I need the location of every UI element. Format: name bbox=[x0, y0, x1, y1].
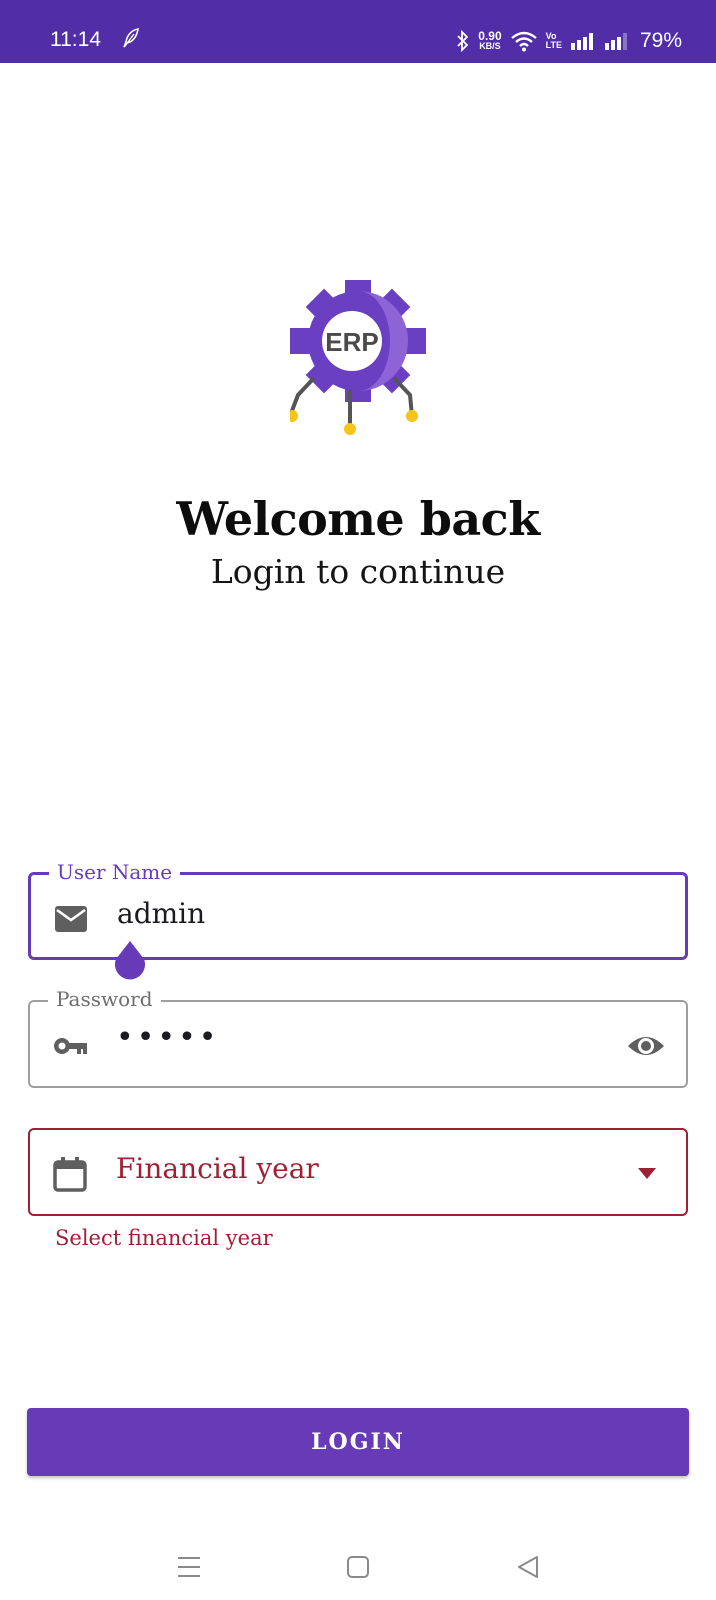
text-cursor-handle[interactable] bbox=[113, 941, 147, 981]
username-field[interactable]: User Name admin bbox=[28, 859, 688, 980]
erp-logo: ERP bbox=[290, 280, 426, 435]
page-title: Welcome back bbox=[176, 492, 540, 546]
dropdown-arrow-icon[interactable] bbox=[638, 1168, 656, 1180]
password-field[interactable]: Password ••••• bbox=[28, 986, 688, 1088]
navigation-bar bbox=[0, 1536, 716, 1600]
volte-indicator: Vo LTE bbox=[545, 31, 562, 50]
menu-icon[interactable] bbox=[174, 1552, 204, 1582]
eye-icon[interactable] bbox=[626, 1028, 666, 1064]
financial-year-dropdown[interactable]: Financial year bbox=[28, 1128, 688, 1216]
back-icon[interactable] bbox=[513, 1552, 543, 1582]
wifi-icon bbox=[510, 31, 537, 52]
status-time: 11:14 bbox=[50, 28, 101, 51]
signal-icon bbox=[604, 33, 627, 50]
username-input[interactable]: admin bbox=[117, 897, 205, 930]
login-button[interactable]: LOGIN bbox=[27, 1408, 689, 1476]
financial-year-placeholder: Financial year bbox=[116, 1152, 319, 1185]
feather-icon bbox=[123, 28, 139, 48]
email-icon bbox=[55, 906, 87, 932]
status-bar: 11:14 0.90 KB/S Vo LTE 79% bbox=[0, 0, 716, 63]
page-subtitle: Login to continue bbox=[210, 552, 506, 591]
battery-level: 79% bbox=[639, 29, 682, 52]
calendar-icon bbox=[53, 1157, 87, 1192]
password-input[interactable]: ••••• bbox=[116, 1020, 219, 1055]
username-label: User Name bbox=[49, 859, 181, 885]
key-icon bbox=[54, 1038, 87, 1054]
logo-text: ERP bbox=[325, 327, 378, 357]
home-icon[interactable] bbox=[343, 1552, 373, 1582]
status-icons: 0.90 KB/S Vo LTE 79% bbox=[456, 26, 682, 56]
signal-icon bbox=[570, 33, 593, 50]
financial-year-error: Select financial year bbox=[55, 1226, 273, 1250]
bluetooth-icon bbox=[457, 30, 469, 52]
network-speed: 0.90 KB/S bbox=[478, 29, 502, 51]
password-label: Password bbox=[48, 986, 161, 1012]
